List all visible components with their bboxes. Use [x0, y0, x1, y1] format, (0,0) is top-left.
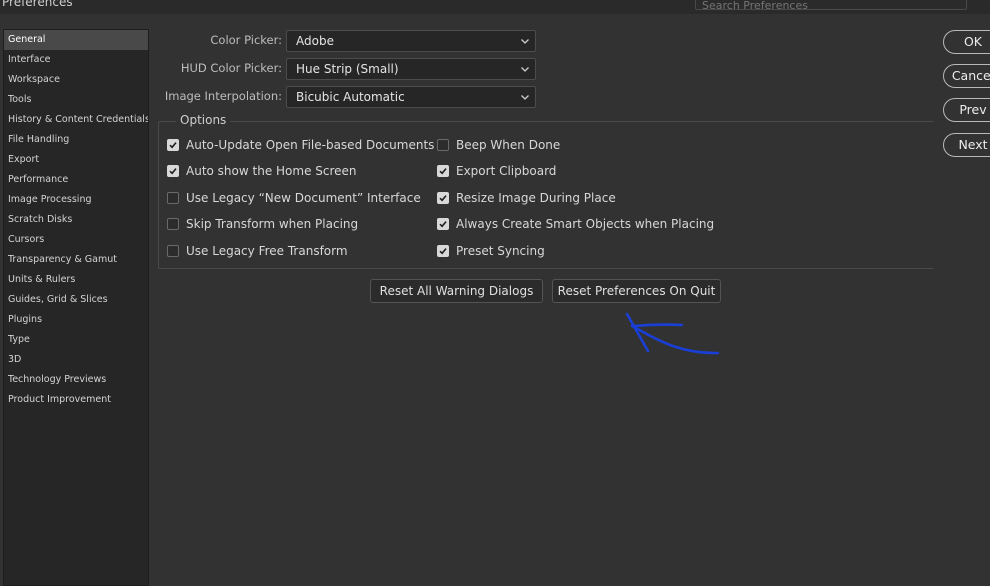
title-bar: Preferences: [0, 0, 990, 14]
checkbox[interactable]: [167, 139, 179, 151]
sidebar-item-technology-previews[interactable]: Technology Previews: [4, 370, 148, 390]
sidebar-item-image-processing[interactable]: Image Processing: [4, 190, 148, 210]
checkbox[interactable]: [437, 218, 449, 230]
options-title: Options: [176, 113, 231, 127]
chevron-down-icon: [521, 95, 529, 100]
prev-label: Prev: [959, 102, 987, 117]
next-button[interactable]: Next: [943, 133, 990, 157]
category-sidebar: General Interface Workspace Tools Histor…: [3, 29, 149, 586]
sidebar-item-file-handling[interactable]: File Handling: [4, 130, 148, 150]
sidebar-item-type[interactable]: Type: [4, 330, 148, 350]
color-picker-select[interactable]: Adobe: [286, 30, 536, 52]
checkmark-icon: [439, 248, 447, 255]
sidebar-item-interface[interactable]: Interface: [4, 50, 148, 70]
option-label: Preset Syncing: [456, 244, 545, 258]
option-label: Resize Image During Place: [456, 191, 616, 205]
hud-color-picker-label: HUD Color Picker:: [180, 61, 282, 75]
cancel-label: Cancel: [951, 68, 990, 83]
option-export-clipboard[interactable]: Export Clipboard: [437, 163, 556, 179]
checkmark-icon: [169, 168, 177, 175]
color-picker-label: Color Picker:: [210, 33, 282, 47]
option-label: Auto-Update Open File-based Documents: [186, 138, 435, 152]
checkbox[interactable]: [167, 218, 179, 230]
checkbox[interactable]: [437, 245, 449, 257]
option-label: Export Clipboard: [456, 164, 557, 178]
image-interpolation-label: Image Interpolation:: [164, 89, 282, 103]
option-skip-transform[interactable]: Skip Transform when Placing: [167, 216, 358, 232]
checkbox[interactable]: [437, 192, 449, 204]
sidebar-item-tools[interactable]: Tools: [4, 90, 148, 110]
checkbox[interactable]: [167, 165, 179, 177]
option-preset-syncing[interactable]: Preset Syncing: [437, 243, 545, 259]
prev-button[interactable]: Prev: [943, 98, 990, 122]
reset-warning-dialogs-button[interactable]: Reset All Warning Dialogs: [370, 279, 543, 303]
chevron-down-icon: [521, 67, 529, 72]
option-label: Use Legacy Free Transform: [186, 244, 348, 258]
option-beep-when-done[interactable]: Beep When Done: [437, 137, 560, 153]
checkbox[interactable]: [437, 139, 449, 151]
cancel-button[interactable]: Cancel: [943, 64, 990, 88]
image-interpolation-select[interactable]: Bicubic Automatic: [286, 86, 536, 108]
checkbox[interactable]: [167, 192, 179, 204]
sidebar-item-3d[interactable]: 3D: [4, 350, 148, 370]
next-label: Next: [958, 137, 988, 152]
sidebar-item-export[interactable]: Export: [4, 150, 148, 170]
option-smart-objects[interactable]: Always Create Smart Objects when Placing: [437, 216, 714, 232]
sidebar-item-guides[interactable]: Guides, Grid & Slices: [4, 290, 148, 310]
sidebar-item-general[interactable]: General: [4, 30, 148, 50]
sidebar-item-performance[interactable]: Performance: [4, 170, 148, 190]
search-input[interactable]: [696, 0, 966, 13]
sidebar-item-history[interactable]: History & Content Credentials: [4, 110, 148, 130]
hud-color-picker-value: Hue Strip (Small): [296, 62, 399, 76]
option-legacy-new-document[interactable]: Use Legacy “New Document” Interface: [167, 190, 421, 206]
chevron-down-icon: [521, 39, 529, 44]
option-label: Skip Transform when Placing: [186, 217, 359, 231]
sidebar-item-product-improvement[interactable]: Product Improvement: [4, 390, 148, 410]
option-legacy-free-transform[interactable]: Use Legacy Free Transform: [167, 243, 348, 259]
checkmark-icon: [439, 221, 447, 228]
dialog-title: Preferences: [2, 0, 73, 9]
color-picker-value: Adobe: [296, 34, 334, 48]
hud-color-picker-select[interactable]: Hue Strip (Small): [286, 58, 536, 80]
image-interpolation-value: Bicubic Automatic: [296, 90, 405, 104]
sidebar-item-units[interactable]: Units & Rulers: [4, 270, 148, 290]
checkbox[interactable]: [437, 165, 449, 177]
checkmark-icon: [439, 195, 447, 202]
sidebar-item-transparency[interactable]: Transparency & Gamut: [4, 250, 148, 270]
sidebar-item-plugins[interactable]: Plugins: [4, 310, 148, 330]
sidebar-item-cursors[interactable]: Cursors: [4, 230, 148, 250]
checkmark-icon: [439, 168, 447, 175]
checkbox[interactable]: [167, 245, 179, 257]
option-resize-image[interactable]: Resize Image During Place: [437, 190, 616, 206]
ok-label: OK: [963, 34, 983, 49]
sidebar-item-workspace[interactable]: Workspace: [4, 70, 148, 90]
ok-button[interactable]: OK: [943, 30, 990, 54]
option-label: Always Create Smart Objects when Placing: [456, 217, 715, 231]
option-label: Beep When Done: [456, 138, 561, 152]
sidebar-item-scratch-disks[interactable]: Scratch Disks: [4, 210, 148, 230]
search-box[interactable]: [695, 0, 967, 13]
option-label: Use Legacy “New Document” Interface: [186, 191, 421, 205]
option-label: Auto show the Home Screen: [186, 164, 357, 178]
reset-preferences-button[interactable]: Reset Preferences On Quit: [552, 279, 721, 303]
hand-drawn-arrow-icon: [625, 312, 720, 355]
option-auto-update[interactable]: Auto-Update Open File-based Documents: [167, 137, 434, 153]
option-home-screen[interactable]: Auto show the Home Screen: [167, 163, 357, 179]
checkmark-icon: [169, 142, 177, 149]
